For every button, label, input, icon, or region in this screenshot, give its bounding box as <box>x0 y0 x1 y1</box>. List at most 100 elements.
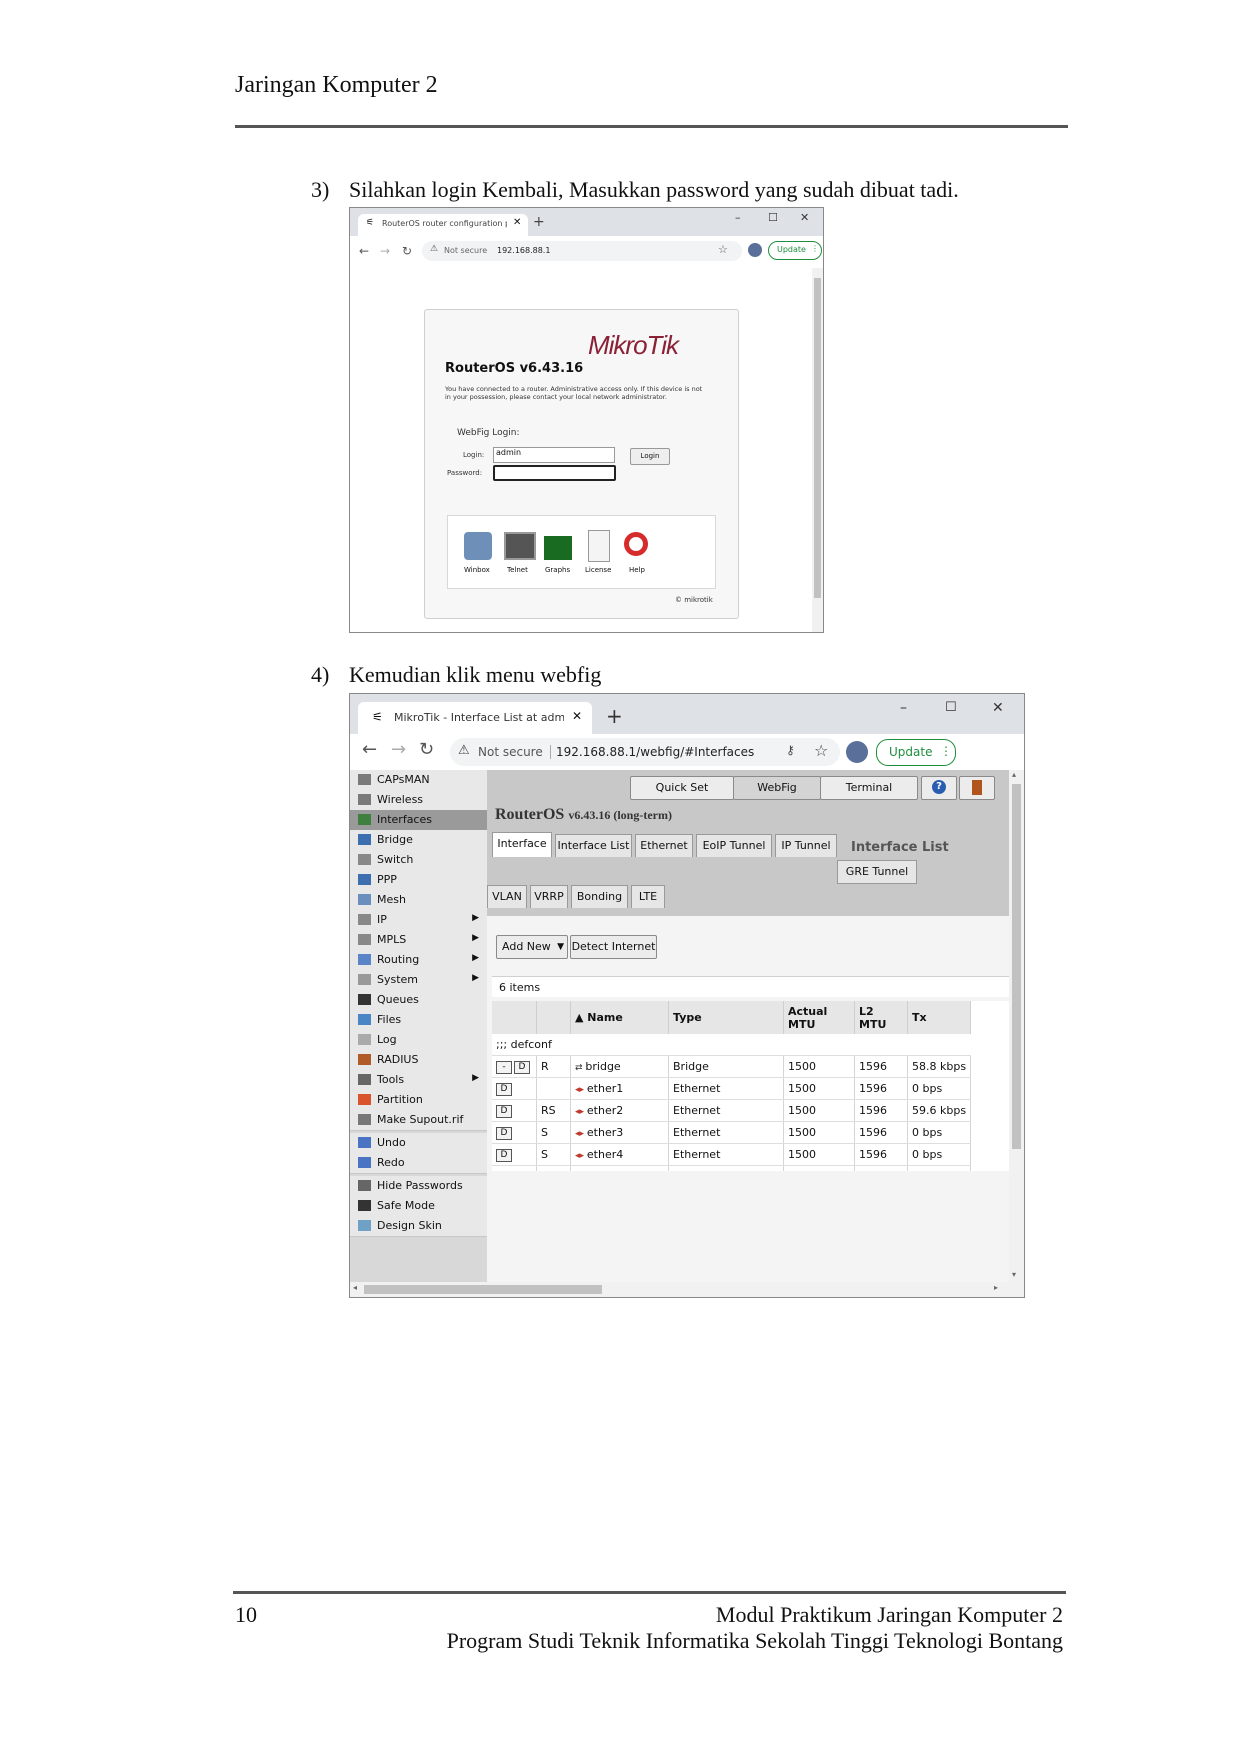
new-tab-icon[interactable]: + <box>606 704 623 728</box>
sidebar-item-log[interactable]: Log <box>350 1030 487 1051</box>
tab-interface-list[interactable]: Interface List <box>555 834 632 857</box>
disable-button[interactable]: D <box>496 1127 512 1140</box>
forward-icon[interactable]: → <box>380 244 390 258</box>
webfig-button[interactable]: WebFig <box>733 776 821 800</box>
license-icon[interactable] <box>588 530 610 562</box>
scroll-down-icon[interactable]: ▾ <box>1012 1270 1016 1279</box>
col-l2-mtu[interactable]: L2 MTU <box>854 1001 908 1034</box>
window-close-icon[interactable]: ✕ <box>992 700 1004 716</box>
tab-ethernet[interactable]: Ethernet <box>635 834 693 857</box>
sidebar-item-bridge[interactable]: Bridge <box>350 830 487 851</box>
scrollbar-thumb[interactable] <box>1012 784 1021 1149</box>
login-button[interactable]: Login <box>630 448 670 465</box>
tab-gre-tunnel[interactable]: GRE Tunnel <box>837 860 917 884</box>
tab-bonding[interactable]: Bonding <box>571 885 628 908</box>
table-row[interactable]: D ◂▸ ether1 Ethernet 1500 1596 0 bps <box>492 1077 972 1100</box>
sidebar-item-mesh[interactable]: Mesh <box>350 890 487 911</box>
table-row[interactable]: DS◂▸ ether5Ethernet150015960 bps <box>492 1165 972 1171</box>
key-icon[interactable]: ⚷ <box>786 743 795 757</box>
sidebar-item-ppp[interactable]: PPP <box>350 870 487 891</box>
new-tab-icon[interactable]: + <box>533 214 545 230</box>
tab-ip-tunnel[interactable]: IP Tunnel <box>775 834 837 857</box>
window-close-icon[interactable]: ✕ <box>800 211 809 224</box>
sidebar-item-files[interactable]: Files <box>350 1010 487 1031</box>
table-row[interactable]: - D R ⇄ bridge Bridge 1500 1596 58.8 kbps <box>492 1055 972 1078</box>
row-name-cell[interactable]: ◂▸ ether2 <box>570 1099 669 1122</box>
help-button[interactable]: ? <box>921 776 957 800</box>
star-icon[interactable]: ☆ <box>718 243 728 256</box>
sidebar-item-ip[interactable]: IP ▶ <box>350 910 487 931</box>
col-tx[interactable]: Tx <box>907 1001 972 1034</box>
col-actual-mtu[interactable]: Actual MTU <box>783 1001 855 1034</box>
tab-vrrp[interactable]: VRRP <box>530 885 568 908</box>
login-input[interactable]: admin <box>493 447 615 463</box>
quick-set-button[interactable]: Quick Set <box>630 776 734 800</box>
tab-close-icon[interactable]: ✕ <box>513 217 521 228</box>
logout-button[interactable] <box>959 776 995 800</box>
row-name-cell[interactable]: ◂▸ ether1 <box>570 1077 669 1100</box>
sidebar-item-safe-mode[interactable]: Safe Mode <box>350 1196 487 1217</box>
scrollbar-thumb[interactable] <box>814 278 821 598</box>
terminal-button[interactable]: Terminal <box>820 776 918 800</box>
minimize-icon[interactable]: – <box>735 211 741 224</box>
remove-button[interactable]: - <box>496 1061 512 1074</box>
reload-icon[interactable]: ↻ <box>402 244 412 258</box>
sidebar-item-radius[interactable]: RADIUS <box>350 1050 487 1071</box>
scrollbar[interactable] <box>812 268 823 632</box>
tab-interface[interactable]: Interface <box>492 832 552 857</box>
sidebar-item-queues[interactable]: Queues <box>350 990 487 1011</box>
update-button[interactable]: Update ⋮ <box>876 739 956 766</box>
forward-icon[interactable]: → <box>391 739 406 760</box>
sidebar-item-routing[interactable]: Routing ▶ <box>350 950 487 971</box>
col-name[interactable]: ▲ Name <box>570 1001 669 1034</box>
address-bar[interactable]: ⚠ Not secure 192.168.88.1/webfig/#Interf… <box>450 738 840 766</box>
scrollbar-thumb[interactable] <box>364 1285 602 1294</box>
tab-eoip-tunnel[interactable]: EoIP Tunnel <box>696 834 772 857</box>
table-row[interactable]: D RS ◂▸ ether2 Ethernet 1500 1596 59.6 kbps <box>492 1099 972 1122</box>
sidebar-item-wireless[interactable]: Wireless <box>350 790 487 811</box>
sidebar-item-interfaces[interactable]: Interfaces <box>350 810 487 831</box>
maximize-icon[interactable]: ☐ <box>768 211 778 224</box>
col-type[interactable]: Type <box>668 1001 784 1034</box>
sidebar-item-capsman[interactable]: CAPsMAN <box>350 770 487 791</box>
sidebar-item-mpls[interactable]: MPLS ▶ <box>350 930 487 951</box>
disable-button[interactable]: D <box>514 1061 530 1074</box>
row-name-cell[interactable]: ◂▸ ether5 <box>570 1165 669 1171</box>
browser-tab[interactable]: ⚟ MikroTik - Interface List at admin ✕ <box>358 702 592 734</box>
vertical-scrollbar[interactable]: ▴ ▾ <box>1009 770 1024 1282</box>
star-icon[interactable]: ☆ <box>814 741 828 760</box>
add-new-button[interactable]: Add New ▼ <box>496 935 568 959</box>
horizontal-scrollbar-track[interactable]: ◂ ▸ <box>350 1282 1024 1297</box>
disable-button[interactable]: D <box>496 1083 512 1096</box>
minimize-icon[interactable]: – <box>900 700 907 716</box>
back-icon[interactable]: ← <box>362 739 377 760</box>
tab-close-icon[interactable]: ✕ <box>572 709 582 723</box>
password-input[interactable] <box>493 465 616 481</box>
avatar[interactable] <box>748 243 762 257</box>
sidebar-item-system[interactable]: System ▶ <box>350 970 487 991</box>
address-bar[interactable]: ⚠ Not secure 192.168.88.1 ☆ <box>422 241 742 261</box>
row-name-cell[interactable]: ◂▸ ether3 <box>570 1121 669 1144</box>
sidebar-item-make-supout-rif[interactable]: Make Supout.rif <box>350 1110 487 1131</box>
sidebar-item-hide-passwords[interactable]: Hide Passwords <box>350 1176 487 1197</box>
scroll-left-icon[interactable]: ◂ <box>353 1283 357 1292</box>
table-row[interactable]: D S ◂▸ ether4 Ethernet 1500 1596 0 bps <box>492 1143 972 1166</box>
winbox-icon[interactable] <box>464 532 492 560</box>
sidebar-item-tools[interactable]: Tools ▶ <box>350 1070 487 1091</box>
row-name-cell[interactable]: ◂▸ ether4 <box>570 1143 669 1166</box>
update-button[interactable]: Update ⋮ <box>768 241 822 260</box>
detect-internet-button[interactable]: Detect Internet <box>570 935 657 959</box>
avatar[interactable] <box>846 741 868 763</box>
table-row[interactable]: D S ◂▸ ether3 Ethernet 1500 1596 0 bps <box>492 1121 972 1144</box>
maximize-icon[interactable]: ☐ <box>945 700 957 715</box>
disable-button[interactable]: D <box>496 1149 512 1162</box>
back-icon[interactable]: ← <box>359 244 369 258</box>
sidebar-item-design-skin[interactable]: Design Skin <box>350 1216 487 1237</box>
sidebar-item-undo[interactable]: Undo <box>350 1133 487 1154</box>
browser-tab[interactable]: ⚟ RouterOS router configuration p ✕ <box>358 214 528 236</box>
help-icon[interactable] <box>624 532 648 556</box>
graphs-icon[interactable] <box>544 536 572 560</box>
scroll-up-icon[interactable]: ▴ <box>1012 770 1016 779</box>
tab-vlan[interactable]: VLAN <box>487 885 527 908</box>
sidebar-item-switch[interactable]: Switch <box>350 850 487 871</box>
